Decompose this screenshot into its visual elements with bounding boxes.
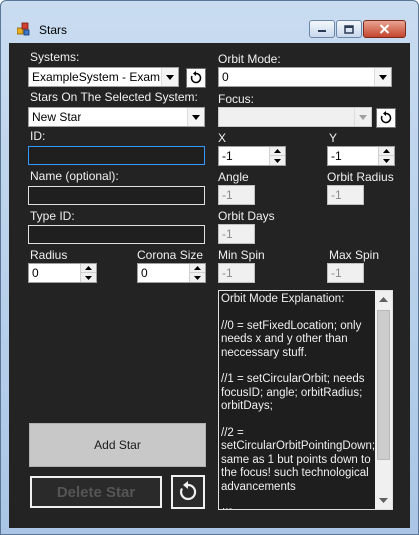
max-spin-label: Max Spin [329, 248, 380, 262]
stars-dropdown-arrow[interactable] [187, 108, 204, 126]
refresh-icon [190, 71, 202, 84]
y-spin-buttons[interactable] [378, 147, 394, 165]
orbit-radius-label: Orbit Radius [327, 170, 394, 184]
orbit-radius-value: -1 [331, 188, 342, 202]
min-spin-stepper[interactable]: -1 [218, 263, 255, 283]
radius-value: 0 [32, 266, 39, 280]
refresh-icon [380, 111, 392, 124]
delete-star-button[interactable]: Delete Star [30, 476, 162, 508]
client-area: Systems: ExampleSystem - ExampleSystem S… [9, 43, 410, 528]
refresh-systems-button[interactable] [186, 68, 206, 88]
x-stepper[interactable]: -1 [218, 146, 286, 166]
corona-spin-buttons[interactable] [189, 264, 205, 282]
refresh-focus-button[interactable] [376, 108, 396, 128]
y-value: -1 [331, 149, 342, 163]
min-spin-value: -1 [222, 266, 233, 280]
corona-value: 0 [141, 266, 148, 280]
chevron-down-icon [166, 74, 174, 80]
min-spin-label: Min Spin [218, 248, 265, 262]
name-input[interactable] [28, 186, 205, 205]
orbit-mode-label: Orbit Mode: [218, 52, 281, 66]
close-icon [379, 24, 390, 34]
stars-selected: New Star [32, 110, 82, 124]
orbit-mode-explanation[interactable]: Orbit Mode Explanation: //0 = setFixedLo… [218, 290, 393, 510]
add-star-button[interactable]: Add Star [29, 423, 206, 467]
minimize-button[interactable] [309, 20, 335, 38]
app-icon [17, 22, 30, 36]
focus-label: Focus: [218, 92, 255, 106]
refresh-icon [179, 481, 197, 501]
maximize-button[interactable] [336, 20, 362, 38]
spin-up-icon[interactable] [270, 147, 285, 156]
x-label: X [218, 131, 227, 145]
spin-up-icon[interactable] [379, 147, 394, 156]
spin-down-icon[interactable] [379, 156, 394, 165]
radius-spin-buttons[interactable] [80, 264, 96, 282]
systems-dropdown[interactable]: ExampleSystem - ExampleSystem [28, 67, 179, 87]
maximize-icon [344, 24, 354, 34]
y-stepper[interactable]: -1 [327, 146, 395, 166]
chevron-down-icon [379, 74, 387, 80]
stars-window: Stars Systems: ExampleSystem - ExampleSy… [0, 0, 419, 535]
orbit-days-value: -1 [222, 227, 233, 241]
window-title: Stars [39, 23, 68, 37]
max-spin-stepper[interactable]: -1 [327, 263, 364, 283]
radius-stepper[interactable]: 0 [28, 263, 97, 283]
y-label: Y [329, 131, 338, 145]
title-bar[interactable]: Stars [1, 1, 418, 38]
corona-stepper[interactable]: 0 [137, 263, 206, 283]
id-label: ID: [30, 129, 46, 143]
spin-up-icon[interactable] [81, 264, 96, 273]
scroll-down-icon[interactable] [375, 492, 392, 509]
type-id-input[interactable] [28, 225, 205, 244]
spin-down-icon[interactable] [270, 156, 285, 165]
systems-dropdown-arrow[interactable] [161, 68, 178, 86]
stars-label: Stars On The Selected System: [30, 90, 198, 104]
angle-label: Angle [218, 170, 249, 184]
orbit-mode-selected: 0 [222, 70, 229, 84]
angle-stepper[interactable]: -1 [218, 185, 255, 205]
stars-dropdown[interactable]: New Star [28, 107, 205, 127]
radius-label: Radius [30, 248, 68, 262]
spin-down-icon[interactable] [190, 273, 205, 282]
corona-label: Corona Size [137, 248, 204, 262]
close-button[interactable] [363, 20, 406, 38]
spin-down-icon[interactable] [81, 273, 96, 282]
x-spin-buttons[interactable] [269, 147, 285, 165]
orbit-radius-stepper[interactable]: -1 [327, 185, 364, 205]
max-spin-value: -1 [331, 266, 342, 280]
chevron-down-icon [359, 114, 367, 120]
explanation-scrollbar[interactable] [375, 291, 392, 509]
chevron-down-icon [192, 114, 200, 120]
systems-label: Systems: [30, 50, 80, 64]
orbit-mode-dropdown-arrow[interactable] [374, 68, 391, 86]
systems-selected: ExampleSystem - ExampleSystem [32, 70, 160, 84]
name-label: Name (optional): [30, 169, 119, 183]
scroll-up-icon[interactable] [375, 291, 392, 308]
type-id-label: Type ID: [30, 209, 75, 223]
scrollbar-thumb[interactable] [377, 310, 390, 460]
explanation-text: Orbit Mode Explanation: //0 = setFixedLo… [221, 293, 376, 509]
angle-value: -1 [222, 188, 233, 202]
x-value: -1 [222, 149, 233, 163]
focus-dropdown[interactable] [218, 107, 372, 127]
orbit-days-label: Orbit Days [218, 209, 275, 223]
minimize-icon [318, 30, 326, 32]
orbit-days-stepper[interactable]: -1 [218, 224, 255, 244]
id-input[interactable] [28, 146, 205, 165]
refresh-button[interactable] [171, 475, 205, 509]
focus-dropdown-arrow[interactable] [354, 108, 371, 126]
spin-up-icon[interactable] [190, 264, 205, 273]
orbit-mode-dropdown[interactable]: 0 [218, 67, 392, 87]
